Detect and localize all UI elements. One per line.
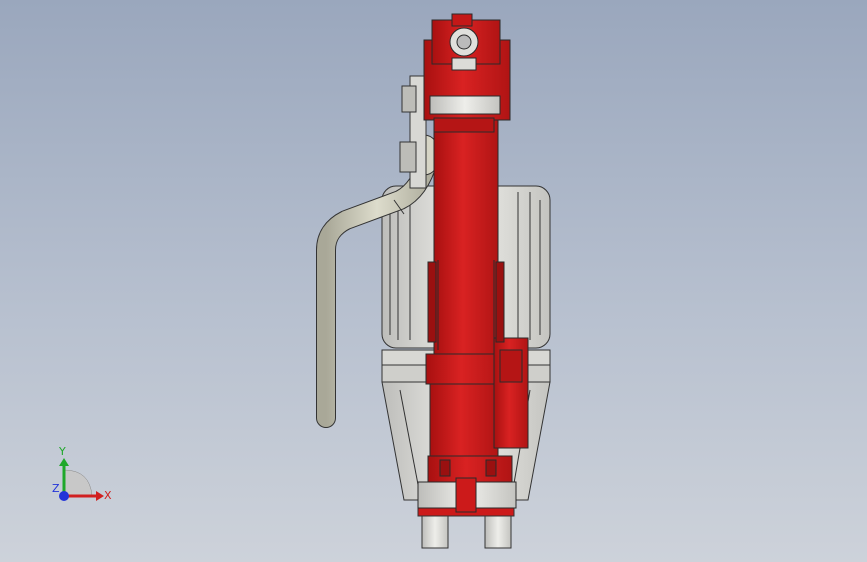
arm-head [423, 13, 511, 133]
coordinate-triad[interactable]: X Y Z [52, 445, 112, 502]
cad-viewport[interactable]: X Y Z [0, 0, 867, 562]
z-axis-dot [59, 491, 69, 501]
y-axis-label: Y [58, 445, 66, 458]
y-axis-arrowhead [59, 458, 69, 466]
x-axis-arrowhead [96, 491, 104, 501]
x-axis-label: X [104, 489, 112, 502]
wrist-assembly [417, 455, 517, 513]
triad-plane [63, 469, 93, 497]
z-axis-label: Z [52, 482, 60, 495]
side-bracket [399, 75, 427, 189]
robot-model[interactable] [316, 13, 551, 549]
